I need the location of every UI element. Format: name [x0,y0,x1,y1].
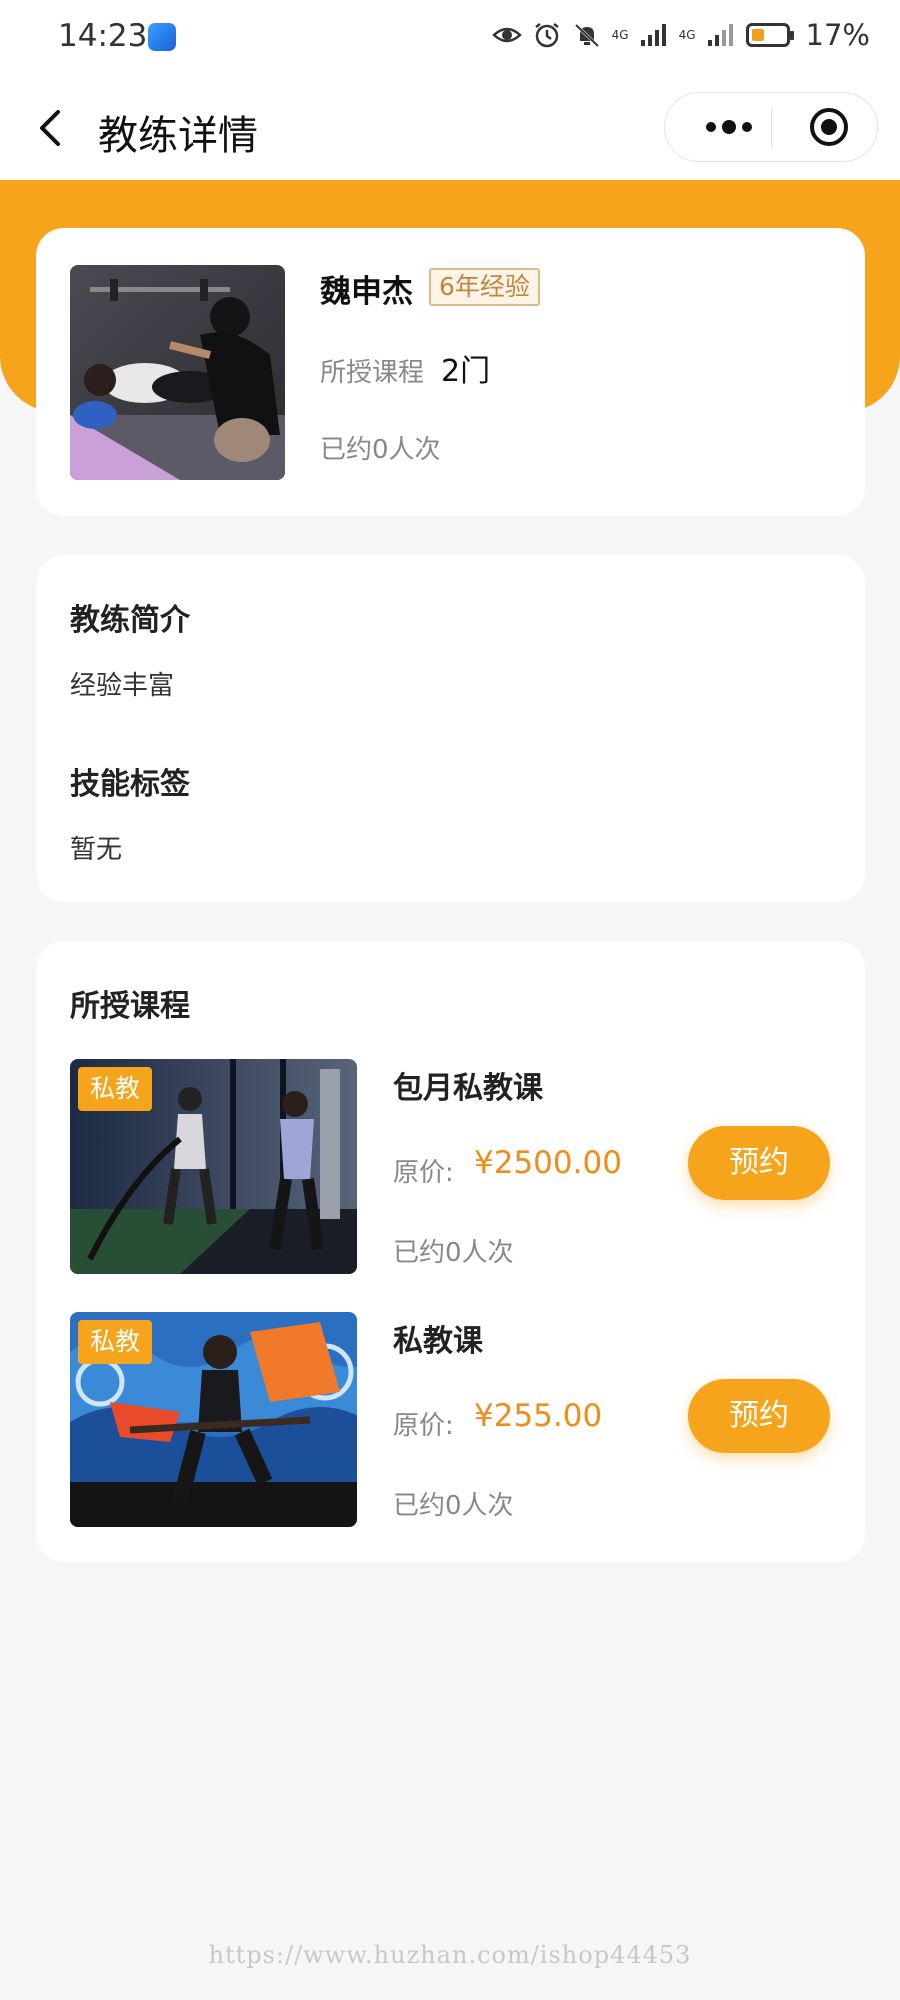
course-booked-count: 已约0人次 [393,1238,514,1268]
status-time: 14:23 [58,18,148,54]
more-dots-icon[interactable] [693,93,765,161]
coach-card: 魏申杰 6年经验 所授课程 2门 已约0人次 [36,228,865,516]
chevron-left-icon[interactable] [28,100,78,156]
battery-percent: 17% [805,18,870,52]
intro-text: 经验丰富 [70,671,175,701]
courses-count-value: 2门 [441,354,491,389]
course-name: 包月私教课 [393,1071,543,1106]
battery-level-fill [751,29,764,41]
signal-icon [707,24,733,46]
signal-icon [640,24,666,46]
book-button[interactable]: 预约 [688,1126,830,1200]
private-coaching-tag: 私教 [78,1320,152,1364]
miniprogram-capsule [664,92,878,162]
intro-title: 教练简介 [70,603,190,638]
coach-photo [70,265,285,480]
course-image: 私教 [70,1312,357,1527]
status-bar: 14:23 4G 4G 17% [0,0,900,78]
app-notification-icon [148,23,176,51]
course-image: 私教 [70,1059,357,1274]
skills-text: 暂无 [70,835,123,865]
course-booked-count: 已约0人次 [393,1491,514,1521]
eye-icon [491,27,522,43]
courses-section-title: 所授课程 [70,989,190,1024]
price-label: 原价: [393,1411,454,1441]
course-item[interactable]: 私教 私教课 原价: ¥255.00 已约0人次 预约 [70,1312,840,1527]
courses-card: 所授课程 私教 包月私教课 原价: ¥2500.00 已约0人次 预约 私教 私… [36,941,865,1562]
network-type-2: 4G [678,28,696,42]
book-button[interactable]: 预约 [688,1379,830,1453]
private-coaching-tag: 私教 [78,1067,152,1111]
course-price: ¥2500.00 [474,1145,622,1181]
bell-muted-icon [574,23,599,48]
battery-icon [745,23,794,47]
alarm-icon [534,23,559,48]
skills-title: 技能标签 [70,767,190,802]
capsule-divider [771,109,772,147]
course-item[interactable]: 私教 包月私教课 原价: ¥2500.00 已约0人次 预约 [70,1059,840,1274]
coach-intro-card: 教练简介 经验丰富 技能标签 暂无 [36,555,865,902]
coach-name: 魏申杰 [320,274,413,310]
course-price: ¥255.00 [474,1398,603,1434]
watermark: https://www.huzhan.com/ishop44453 [208,1941,692,1969]
target-circle-icon[interactable] [795,93,863,161]
page-title: 教练详情 [98,113,258,159]
courses-count-label: 所授课程 [320,358,425,388]
nav-bar: 教练详情 [0,78,900,180]
course-name: 私教课 [393,1324,483,1359]
coach-booked-count: 已约0人次 [320,435,441,465]
price-label: 原价: [393,1158,454,1188]
network-type-1: 4G [611,28,629,42]
status-icons: 4G 4G 17% [491,18,870,52]
experience-badge: 6年经验 [429,268,540,306]
